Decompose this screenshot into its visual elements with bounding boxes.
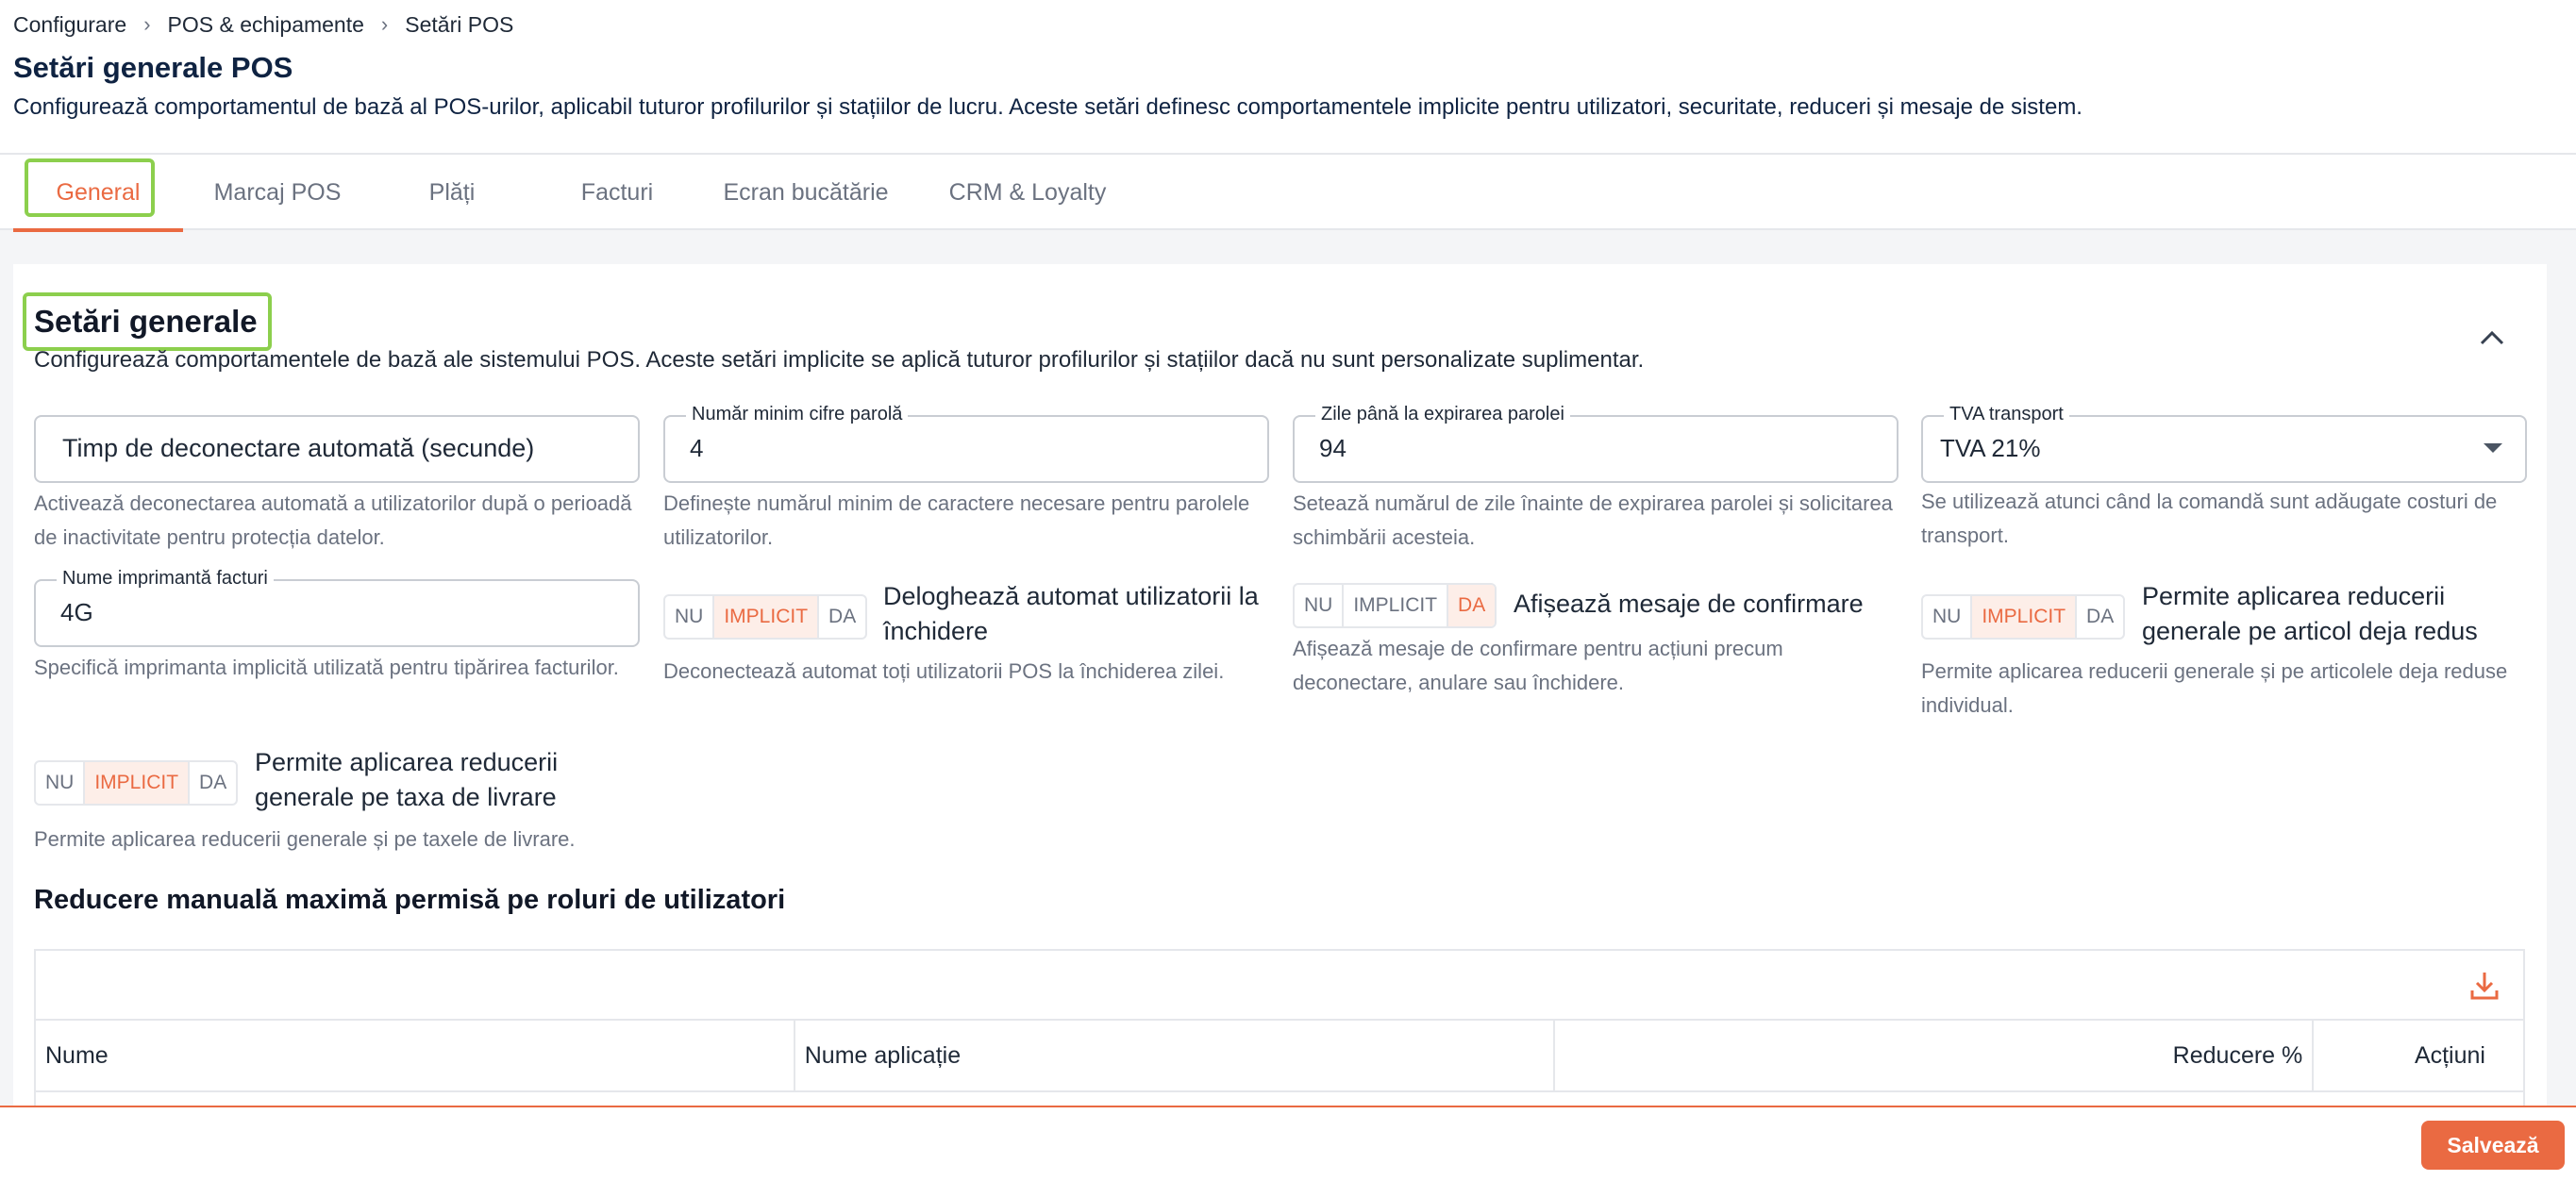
discount-on-delivery-label: Permite aplicarea reducerii generale pe … <box>255 748 559 811</box>
tab-facturi[interactable]: Facturi <box>532 155 702 230</box>
table-toolbar <box>36 951 2523 1021</box>
tab-crm-loyalty[interactable]: CRM & Loyalty <box>910 155 1146 230</box>
confirm-messages-toggle[interactable]: NU IMPLICIT DA <box>1293 583 1497 628</box>
shipping-vat-label: TVA transport <box>1944 404 2069 425</box>
breadcrumb-item-pos-echipamente[interactable]: POS & echipamente <box>168 12 364 38</box>
footer-bar: Salvează <box>0 1106 2576 1181</box>
table-header-row: Nume Nume aplicație Reducere % Acțiuni <box>36 1021 2523 1092</box>
toggle-option-da[interactable]: DA <box>819 596 865 638</box>
section-title: Setări generale <box>34 304 258 339</box>
discounts-table-title: Reducere manuală maximă permisă pe rolur… <box>34 885 786 915</box>
logout-on-close-toggle[interactable]: NU IMPLICIT DA <box>663 594 868 640</box>
page-header: Configurare › POS & echipamente › Setări… <box>0 0 2576 232</box>
password-expiry-days-input[interactable]: Zile până la expirarea parolei 94 <box>1293 404 1899 483</box>
auto-logout-placeholder: Timp de deconectare automată (secunde) <box>62 434 535 462</box>
toggle-option-nu[interactable]: NU <box>1923 596 1973 638</box>
column-header-nume-aplicatie[interactable]: Nume aplicație <box>795 1021 1555 1090</box>
toggle-option-da[interactable]: DA <box>1448 585 1496 626</box>
tab-ecran-bucatarie[interactable]: Ecran bucătărie <box>702 155 910 230</box>
column-header-actiuni: Acțiuni <box>2414 1041 2485 1069</box>
tab-bar: General Marcaj POS Plăți Facturi Ecran b… <box>13 155 1146 232</box>
discount-on-delivery-help: Permite aplicarea reducerii generale și … <box>34 827 576 851</box>
min-password-digits-value: 4 <box>690 434 704 462</box>
tab-plati[interactable]: Plăți <box>372 155 532 230</box>
discount-on-discounted-toggle[interactable]: NU IMPLICIT DA <box>1921 594 2126 640</box>
discount-on-delivery-toggle[interactable]: NU IMPLICIT DA <box>34 760 239 806</box>
tab-label: Plăți <box>428 178 476 206</box>
breadcrumb-separator: › <box>143 12 151 36</box>
breadcrumb-item-configurare[interactable]: Configurare <box>13 12 126 38</box>
tab-marcaj-pos[interactable]: Marcaj POS <box>183 155 372 230</box>
toggle-option-nu[interactable]: NU <box>1295 585 1345 626</box>
auto-logout-help: Activează deconectarea automată a utiliz… <box>34 491 632 549</box>
toggle-option-implicit[interactable]: IMPLICIT <box>714 596 820 638</box>
min-password-digits-input[interactable]: Număr minim cifre parolă 4 <box>663 404 1269 483</box>
column-header-reducere[interactable]: Reducere % <box>1555 1021 2315 1090</box>
toggle-option-nu[interactable]: NU <box>665 596 715 638</box>
page-subtitle: Configurează comportamentul de bază al P… <box>13 94 2083 120</box>
discount-on-discounted-help: Permite aplicarea reducerii generale și … <box>1921 659 2508 717</box>
confirm-messages-help: Afișează mesaje de confirmare pentru acț… <box>1293 637 1783 694</box>
breadcrumb: Configurare › POS & echipamente › Setări… <box>13 0 2563 38</box>
chevron-up-icon[interactable] <box>2475 321 2509 355</box>
toggle-option-implicit[interactable]: IMPLICIT <box>1972 596 2078 638</box>
invoice-printer-value: 4G <box>60 598 93 626</box>
toggle-option-da[interactable]: DA <box>2077 596 2123 638</box>
auto-logout-input[interactable]: Timp de deconectare automată (secunde) <box>34 415 640 483</box>
tab-label: Facturi <box>580 178 654 206</box>
column-header-nume[interactable]: Nume <box>36 1021 795 1090</box>
min-password-digits-label: Număr minim cifre parolă <box>686 404 909 425</box>
tab-label: Marcaj POS <box>213 178 342 206</box>
shipping-vat-help: Se utilizează atunci când la comandă sun… <box>1921 490 2498 547</box>
toggle-option-implicit[interactable]: IMPLICIT <box>1344 585 1449 626</box>
confirm-messages-label: Afișează mesaje de confirmare <box>1514 590 1864 618</box>
tab-general[interactable]: General <box>13 155 183 232</box>
page: Configurare › POS & echipamente › Setări… <box>0 0 2576 1181</box>
breadcrumb-separator: › <box>380 12 389 36</box>
breadcrumb-item-setari-pos: Setări POS <box>405 11 514 37</box>
invoice-printer-help: Specifică imprimanta implicită utilizată… <box>34 656 619 679</box>
shipping-vat-value: TVA 21% <box>1940 434 2041 462</box>
tab-label: CRM & Loyalty <box>948 178 1107 206</box>
discounts-table: Nume Nume aplicație Reducere % Acțiuni <box>34 949 2525 1113</box>
general-settings-card: Setări generale Configurează comportamen… <box>13 264 2547 1113</box>
discount-on-discounted-label: Permite aplicarea reducerii generale pe … <box>2142 582 2478 645</box>
password-expiry-days-label: Zile până la expirarea parolei <box>1315 404 1570 425</box>
logout-on-close-help: Deconectează automat toți utilizatorii P… <box>663 659 1225 683</box>
section-description: Configurează comportamentele de bază ale… <box>34 347 1645 373</box>
tab-label: Ecran bucătărie <box>723 178 889 206</box>
save-button[interactable]: Salvează <box>2421 1121 2565 1170</box>
page-title: Setări generale POS <box>13 51 293 84</box>
toggle-option-nu[interactable]: NU <box>36 762 86 804</box>
shipping-vat-select[interactable]: TVA transport TVA 21% <box>1921 404 2527 483</box>
password-expiry-days-help: Setează numărul de zile înainte de expir… <box>1293 491 1893 549</box>
toggle-option-implicit[interactable]: IMPLICIT <box>85 762 191 804</box>
chevron-down-icon <box>2484 443 2502 453</box>
invoice-printer-label: Nume imprimantă facturi <box>57 568 274 590</box>
tab-label: General <box>56 178 141 206</box>
min-password-digits-help: Definește numărul minim de caractere nec… <box>663 491 1250 549</box>
password-expiry-days-value: 94 <box>1319 434 1347 462</box>
download-icon[interactable] <box>2467 968 2502 1004</box>
invoice-printer-input[interactable]: Nume imprimantă facturi 4G <box>34 568 640 647</box>
logout-on-close-label: Deloghează automat utilizatorii la închi… <box>883 582 1259 645</box>
toggle-option-da[interactable]: DA <box>190 762 236 804</box>
